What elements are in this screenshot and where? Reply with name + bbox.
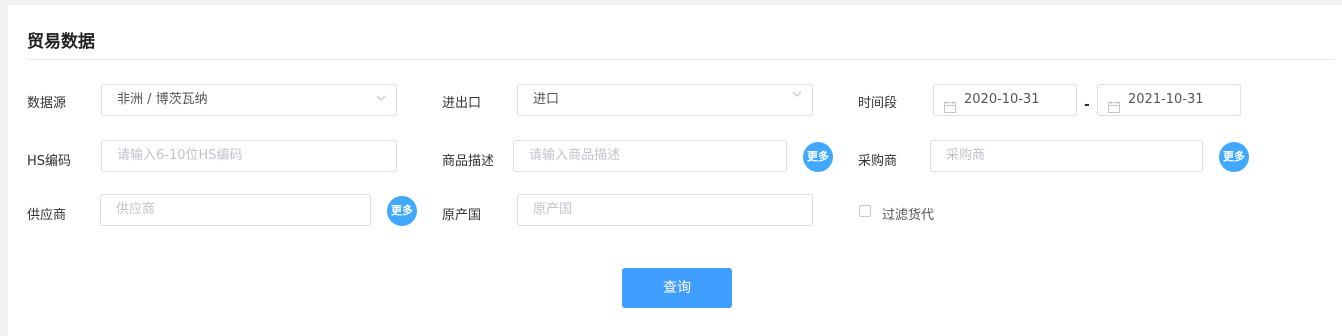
calendar-icon bbox=[944, 95, 956, 113]
buyer-more-button[interactable]: 更多 bbox=[1219, 142, 1249, 172]
goods-description-label: 商品描述 bbox=[442, 154, 495, 169]
chevron-down-icon bbox=[376, 94, 386, 102]
goods-description-placeholder: 请输入商品描述 bbox=[529, 148, 621, 163]
hs-code-label: HS编码 bbox=[27, 154, 72, 169]
supplier-input[interactable]: 供应商 bbox=[100, 194, 371, 226]
data-source-select[interactable]: 非洲 / 博茨瓦纳 bbox=[101, 84, 397, 116]
goods-more-button[interactable]: 更多 bbox=[803, 142, 833, 172]
supplier-more-button[interactable]: 更多 bbox=[387, 196, 417, 226]
hs-code-placeholder: 请输入6-10位HS编码 bbox=[117, 148, 243, 163]
time-period-label: 时间段 bbox=[858, 96, 898, 111]
supplier-label: 供应商 bbox=[27, 208, 67, 223]
origin-country-label: 原产国 bbox=[442, 208, 482, 223]
date-end-value: 2021-10-31 bbox=[1128, 92, 1204, 107]
origin-country-placeholder: 原产国 bbox=[533, 202, 573, 217]
date-end-input[interactable]: 2021-10-31 bbox=[1097, 84, 1241, 116]
chevron-down-icon bbox=[792, 90, 802, 98]
origin-country-input[interactable]: 原产国 bbox=[517, 194, 813, 226]
data-source-label: 数据源 bbox=[27, 96, 67, 111]
buyer-input[interactable]: 采购商 bbox=[930, 140, 1203, 172]
date-separator: - bbox=[1084, 97, 1090, 113]
import-export-select[interactable]: 进口 bbox=[517, 84, 813, 116]
import-export-label: 进出口 bbox=[442, 96, 482, 111]
date-start-value: 2020-10-31 bbox=[964, 92, 1040, 107]
hs-code-input[interactable]: 请输入6-10位HS编码 bbox=[101, 140, 397, 172]
checkbox-icon[interactable] bbox=[859, 205, 871, 217]
title-divider bbox=[27, 59, 1335, 60]
search-panel: 贸易数据 数据源 非洲 / 博茨瓦纳 进出口 进口 时间段 2020-10-31… bbox=[8, 5, 1342, 336]
supplier-placeholder: 供应商 bbox=[116, 202, 156, 217]
buyer-placeholder: 采购商 bbox=[946, 148, 986, 163]
query-button[interactable]: 查询 bbox=[622, 268, 732, 308]
calendar-icon bbox=[1108, 95, 1120, 113]
data-source-value: 非洲 / 博茨瓦纳 bbox=[117, 92, 208, 107]
buyer-label: 采购商 bbox=[858, 154, 898, 169]
date-start-input[interactable]: 2020-10-31 bbox=[933, 84, 1077, 116]
filter-forwarder-label: 过滤货代 bbox=[882, 208, 935, 223]
page-title: 贸易数据 bbox=[27, 32, 95, 52]
goods-description-input[interactable]: 请输入商品描述 bbox=[513, 140, 787, 172]
import-export-value: 进口 bbox=[533, 92, 560, 107]
